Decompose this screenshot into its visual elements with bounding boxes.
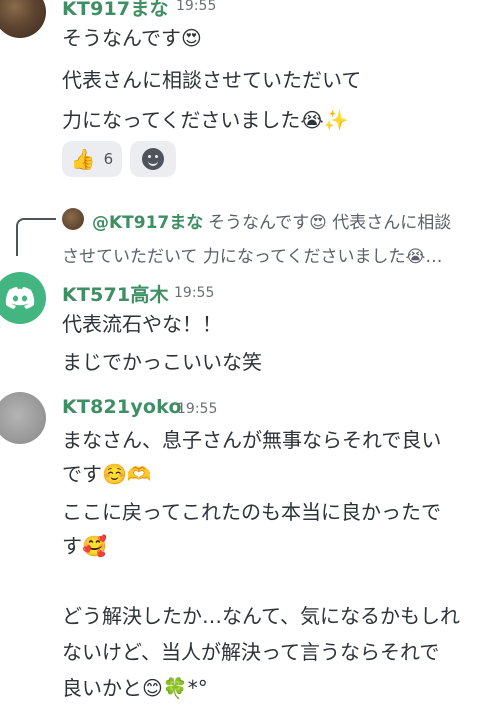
avatar[interactable] — [0, 0, 46, 38]
reply-preview[interactable]: そうなんです😍 代表さんに相談 — [208, 208, 451, 233]
timestamp: 19:55 — [174, 285, 215, 301]
discord-logo-icon — [5, 287, 35, 309]
message-text: す🥰 — [62, 534, 107, 558]
message-text: まなさん、息子さんが無事ならそれで良い — [62, 428, 442, 452]
add-reaction-icon — [142, 148, 164, 170]
add-reaction-button[interactable] — [130, 141, 176, 177]
message-text: 良いかと😊🍀*° — [62, 676, 208, 700]
username[interactable]: KT917まな — [62, 0, 169, 21]
message-text: そうなんです😍 — [62, 26, 202, 50]
timestamp: 19:55 — [177, 401, 218, 417]
message-text: 力になってくださいました😭✨ — [62, 108, 349, 132]
message-text: です☺️🫶 — [62, 462, 152, 486]
message-text: どう解決したか…なんて、気になるかもしれ — [62, 604, 460, 628]
username[interactable]: KT821yoko — [62, 396, 182, 418]
reply-mention[interactable]: @KT917まな — [92, 208, 203, 233]
avatar[interactable] — [0, 272, 46, 324]
reaction-thumbs-up[interactable]: 👍 6 — [62, 141, 122, 177]
message-text: ここに戻ってこれたのも本当に良かったで — [62, 500, 441, 524]
avatar[interactable] — [0, 392, 46, 444]
timestamp: 19:55 — [176, 0, 217, 14]
message-text: 代表さんに相談させていただいて — [62, 68, 362, 92]
message-text: まじでかっこいいな笑 — [62, 350, 262, 374]
username[interactable]: KT571高木 — [62, 280, 169, 307]
reply-connector — [16, 218, 56, 256]
reply-avatar — [62, 208, 84, 230]
reply-preview[interactable]: させていただいて 力になってくださいました😭… — [62, 242, 442, 267]
message-text: ないけど、当人が解決って言うならそれで — [62, 640, 440, 664]
reaction-count: 6 — [103, 150, 114, 168]
reaction-emoji: 👍 — [70, 147, 96, 171]
message-text: 代表流石やな！！ — [62, 312, 222, 336]
